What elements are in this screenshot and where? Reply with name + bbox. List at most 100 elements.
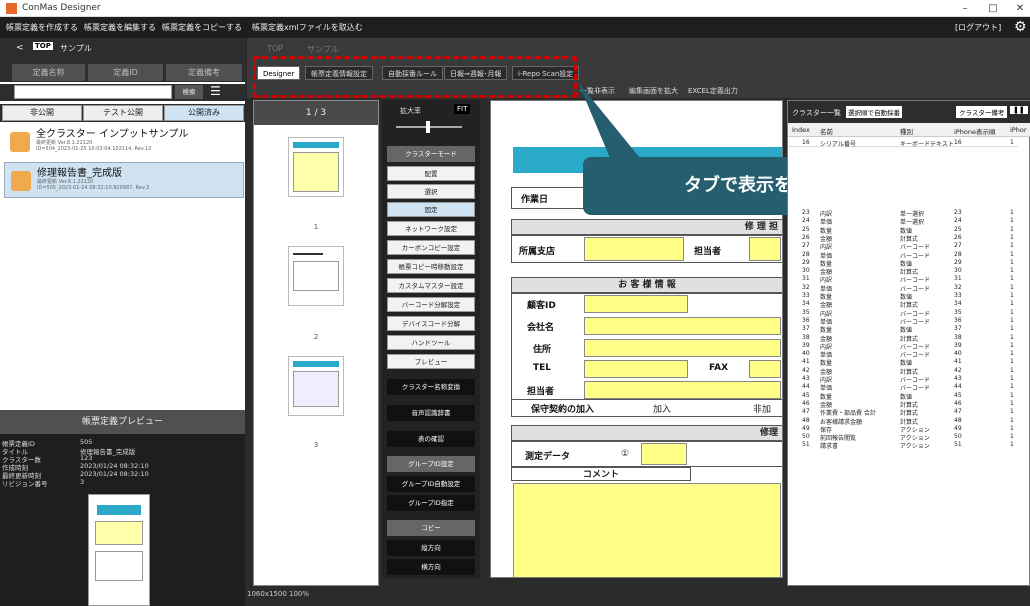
group-id-specify-button[interactable]: グループID指定	[387, 495, 475, 511]
table-row[interactable]: 33 数量 数値 33 1	[788, 292, 1018, 301]
minimize-button[interactable]: –	[955, 1, 975, 16]
col-def-name[interactable]: 定義名称	[12, 64, 85, 81]
col-def-note[interactable]: 定義備考	[166, 64, 242, 81]
tool-custom-master[interactable]: カスタムマスター設定	[387, 278, 475, 293]
table-row[interactable]: 49 保存 アクション 49 1	[788, 425, 1018, 434]
tool-barcode-split[interactable]: バーコード分解設定	[387, 297, 475, 312]
tool-place[interactable]: 配置	[387, 166, 475, 181]
crumb-sample[interactable]: サンプル	[307, 44, 339, 55]
item-name: 全クラスター インプットサンプル	[36, 129, 189, 140]
tool-device-code[interactable]: デバイスコード分解	[387, 316, 475, 331]
table-row[interactable]: 50 前回報告閲覧 アクション 50 1	[788, 433, 1018, 442]
table-row[interactable]: 51 請求書 アクション 51 1	[788, 441, 1018, 450]
page-thumb-1[interactable]	[288, 137, 344, 197]
table-row[interactable]: 31 内訳 バーコード 31 1	[788, 275, 1018, 284]
table-row[interactable]: 43 内訳 バーコード 43 1	[788, 375, 1018, 384]
customer-id-field[interactable]	[584, 295, 688, 313]
table-row[interactable]: 30 金額 計算式 30 1	[788, 267, 1018, 276]
maximize-button[interactable]: □	[983, 1, 1003, 16]
table-row[interactable]: 40 単価 バーコード 40 1	[788, 350, 1018, 359]
table-row[interactable]: 47 作業費・部品費 合計 計算式 47 1	[788, 408, 1018, 417]
menu-create[interactable]: 帳票定義を作成する	[6, 22, 78, 33]
table-row[interactable]: 44 単価 バーコード 44 1	[788, 383, 1018, 392]
fax-field[interactable]	[749, 360, 781, 378]
address-field[interactable]	[584, 339, 781, 357]
table-row[interactable]: 37 数量 数値 37 1	[788, 325, 1018, 334]
tool-fixed[interactable]: 固定	[387, 202, 475, 217]
col-def-id[interactable]: 定義ID	[88, 64, 163, 81]
menu-import[interactable]: 帳票定義xmlファイルを取込む	[252, 22, 363, 33]
table-row[interactable]: 24 単価 単一選択 24 1	[788, 217, 1018, 226]
measure-field[interactable]	[641, 443, 687, 465]
tool-carbon-copy[interactable]: カーボンコピー設定	[387, 240, 475, 255]
col-type[interactable]: 種別	[900, 126, 913, 136]
copy-horizontal-button[interactable]: 横方向	[387, 559, 475, 575]
col-iphone-order[interactable]: iPhone表示順	[954, 126, 995, 136]
table-row[interactable]: 46 金額 計算式 46 1	[788, 400, 1018, 409]
table-row[interactable]: 29 数量 数値 29 1	[788, 259, 1018, 268]
back-button[interactable]: <	[16, 43, 24, 53]
tool-preview[interactable]: プレビュー	[387, 354, 475, 369]
col-name[interactable]: 名前	[820, 126, 833, 136]
tool-network[interactable]: ネットワーク設定	[387, 221, 475, 236]
join-option[interactable]: 加入	[653, 402, 671, 415]
top-button[interactable]: TOP	[33, 42, 53, 50]
tool-hand[interactable]: ハンドツール	[387, 335, 475, 350]
table-row[interactable]: 42 金額 計算式 42 1	[788, 367, 1018, 376]
excel-export-button[interactable]: EXCEL定義出力	[688, 86, 738, 96]
comment-field[interactable]	[513, 483, 781, 577]
nojoin-option[interactable]: 非加	[753, 402, 771, 415]
col-iphone[interactable]: iPhor	[1010, 126, 1027, 134]
pause-icon[interactable]: ❚❚	[1010, 106, 1028, 114]
table-row[interactable]: 27 内訳 バーコード 27 1	[788, 242, 1018, 251]
tool-select[interactable]: 選択	[387, 184, 475, 199]
group-id-auto-button[interactable]: グループID自動設定	[387, 476, 475, 492]
gear-icon[interactable]: ⚙	[1014, 19, 1027, 35]
table-cell: 30	[954, 267, 962, 275]
table-row[interactable]: 26 金額 計算式 26 1	[788, 234, 1018, 243]
table-row[interactable]: 16 シリアル番号 キーボードテキスト 16 1	[788, 139, 1018, 148]
list-item[interactable]: 全クラスター インプットサンプル 最終更新 Ver.8.1.22120 ID=5…	[4, 124, 244, 160]
page-thumb-3[interactable]	[288, 356, 344, 416]
fit-button[interactable]: FIT	[454, 104, 471, 114]
search-button[interactable]: 検索	[175, 85, 203, 99]
page-thumb-2[interactable]	[288, 246, 344, 306]
table-row[interactable]: 35 内訳 バーコード 35 1	[788, 309, 1018, 318]
table-row[interactable]: 28 単価 バーコード 28 1	[788, 251, 1018, 260]
table-row[interactable]: 39 内訳 バーコード 39 1	[788, 342, 1018, 351]
crumb-top[interactable]: TOP	[267, 44, 283, 53]
tel-field[interactable]	[584, 360, 688, 378]
table-row[interactable]: 45 数量 数値 45 1	[788, 392, 1018, 401]
list-item-selected[interactable]: 修理報告書_完成版 最終更新 Ver.8.1.22120 ID=505_2023…	[4, 162, 244, 198]
close-button[interactable]: ✕	[1010, 1, 1030, 16]
table-row[interactable]: 48 お客様請求金額 計算式 48 1	[788, 417, 1018, 426]
tab-published[interactable]: 公開済み	[164, 105, 244, 121]
table-row[interactable]: 32 単価 バーコード 32 1	[788, 284, 1018, 293]
zoom-slider-thumb[interactable]	[426, 121, 430, 133]
table-check-button[interactable]: 表の確認	[387, 431, 475, 447]
tab-unpublished[interactable]: 非公開	[2, 105, 82, 121]
table-row[interactable]: 25 数量 数値 25 1	[788, 226, 1018, 235]
auto-number-button[interactable]: 選択順で自動採番	[846, 106, 902, 118]
staff-field[interactable]	[749, 237, 781, 261]
table-row[interactable]: 34 金額 計算式 34 1	[788, 300, 1018, 309]
copy-vertical-button[interactable]: 縦方向	[387, 540, 475, 556]
table-row[interactable]: 23 内訳 単一選択 23 1	[788, 209, 1018, 218]
person-field[interactable]	[584, 381, 781, 399]
cluster-name-convert-button[interactable]: クラスター名称変換	[387, 379, 475, 395]
menu-copy[interactable]: 帳票定義をコピーする	[162, 22, 242, 33]
table-row[interactable]: 38 金額 計算式 38 1	[788, 334, 1018, 343]
table-row[interactable]: 36 単価 バーコード 36 1	[788, 317, 1018, 326]
cluster-note-button[interactable]: クラスター備考	[956, 106, 1008, 118]
sort-icon[interactable]: ☰	[210, 84, 221, 98]
tool-copy-move[interactable]: 帳票コピー時移動設定	[387, 259, 475, 274]
logout-link[interactable]: [ログアウト]	[955, 22, 1001, 33]
branch-field[interactable]	[584, 237, 684, 261]
table-row[interactable]: 41 数量 数値 41 1	[788, 358, 1018, 367]
company-field[interactable]	[584, 317, 781, 335]
tab-test-published[interactable]: テスト公開	[83, 105, 163, 121]
menu-edit[interactable]: 帳票定義を編集する	[84, 22, 156, 33]
col-index[interactable]: Index	[792, 126, 810, 134]
search-input[interactable]	[14, 85, 172, 99]
voice-dictionary-button[interactable]: 音声認識辞書	[387, 405, 475, 421]
